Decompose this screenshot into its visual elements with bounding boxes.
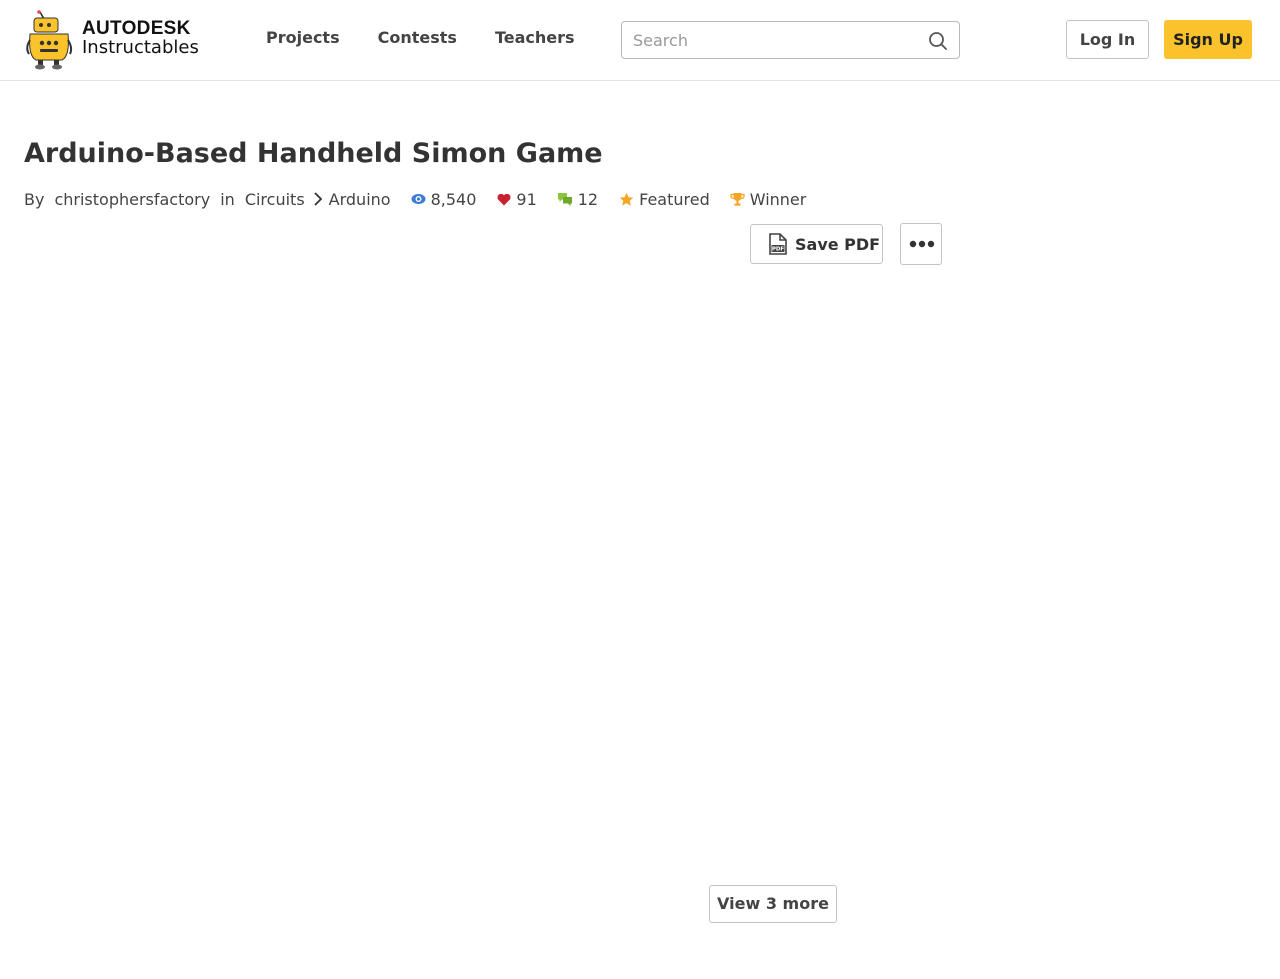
- star-icon: [619, 192, 634, 206]
- site-header: AUTODESK Instructables Projects Contests…: [0, 0, 1280, 81]
- more-options-button[interactable]: [900, 223, 942, 265]
- instructables-logo[interactable]: AUTODESK Instructables: [26, 10, 206, 70]
- views-count: 8,540: [430, 189, 477, 209]
- in-label: in: [220, 189, 235, 209]
- ellipsis-icon: [909, 240, 935, 248]
- nav-item-projects[interactable]: Projects: [266, 28, 340, 47]
- chevron-right-icon: [314, 192, 322, 206]
- by-label: By: [24, 189, 45, 209]
- login-button[interactable]: Log In: [1066, 20, 1149, 59]
- nav-item-contests[interactable]: Contests: [378, 28, 457, 47]
- robot-mascot-icon: [26, 10, 73, 70]
- comments-icon: [557, 192, 572, 206]
- logo-line-instructables: Instructables: [82, 37, 199, 58]
- featured-label: Featured: [639, 189, 710, 209]
- svg-text:PDF: PDF: [772, 247, 785, 253]
- main-nav: Projects Contests Teachers: [266, 28, 613, 47]
- favorites-count: 91: [516, 189, 537, 209]
- category-link[interactable]: Circuits: [245, 190, 305, 209]
- heart-icon: [497, 193, 511, 205]
- eye-icon: [411, 194, 426, 204]
- views-stat: 8,540: [411, 189, 477, 209]
- search-icon[interactable]: [928, 31, 948, 51]
- winner-label: Winner: [749, 189, 807, 209]
- comments-stat: 12: [557, 190, 598, 209]
- save-pdf-label: Save PDF: [795, 234, 881, 254]
- view-more-button[interactable]: View 3 more: [709, 885, 837, 923]
- trophy-icon: [730, 192, 745, 206]
- logo-line-autodesk: AUTODESK: [82, 18, 191, 39]
- search-box: [621, 21, 960, 59]
- logo-wordmark: AUTODESK Instructables: [82, 19, 199, 57]
- author-link[interactable]: christophersfactory: [54, 190, 210, 209]
- subcategory-link[interactable]: Arduino: [329, 190, 391, 209]
- signup-button[interactable]: Sign Up: [1164, 20, 1252, 59]
- featured-badge: Featured: [619, 190, 710, 209]
- nav-item-teachers[interactable]: Teachers: [495, 28, 575, 47]
- favorites-stat: 91: [497, 189, 537, 209]
- search-input[interactable]: [622, 22, 922, 58]
- save-pdf-button[interactable]: PDF Save PDF: [750, 224, 883, 264]
- page-title: Arduino-Based Handheld Simon Game: [24, 138, 603, 169]
- comments-count: 12: [577, 189, 599, 209]
- article-meta: By christophersfactory in Circuits Ardui…: [24, 188, 806, 210]
- winner-badge: Winner: [730, 189, 807, 209]
- pdf-file-icon: PDF: [769, 233, 787, 255]
